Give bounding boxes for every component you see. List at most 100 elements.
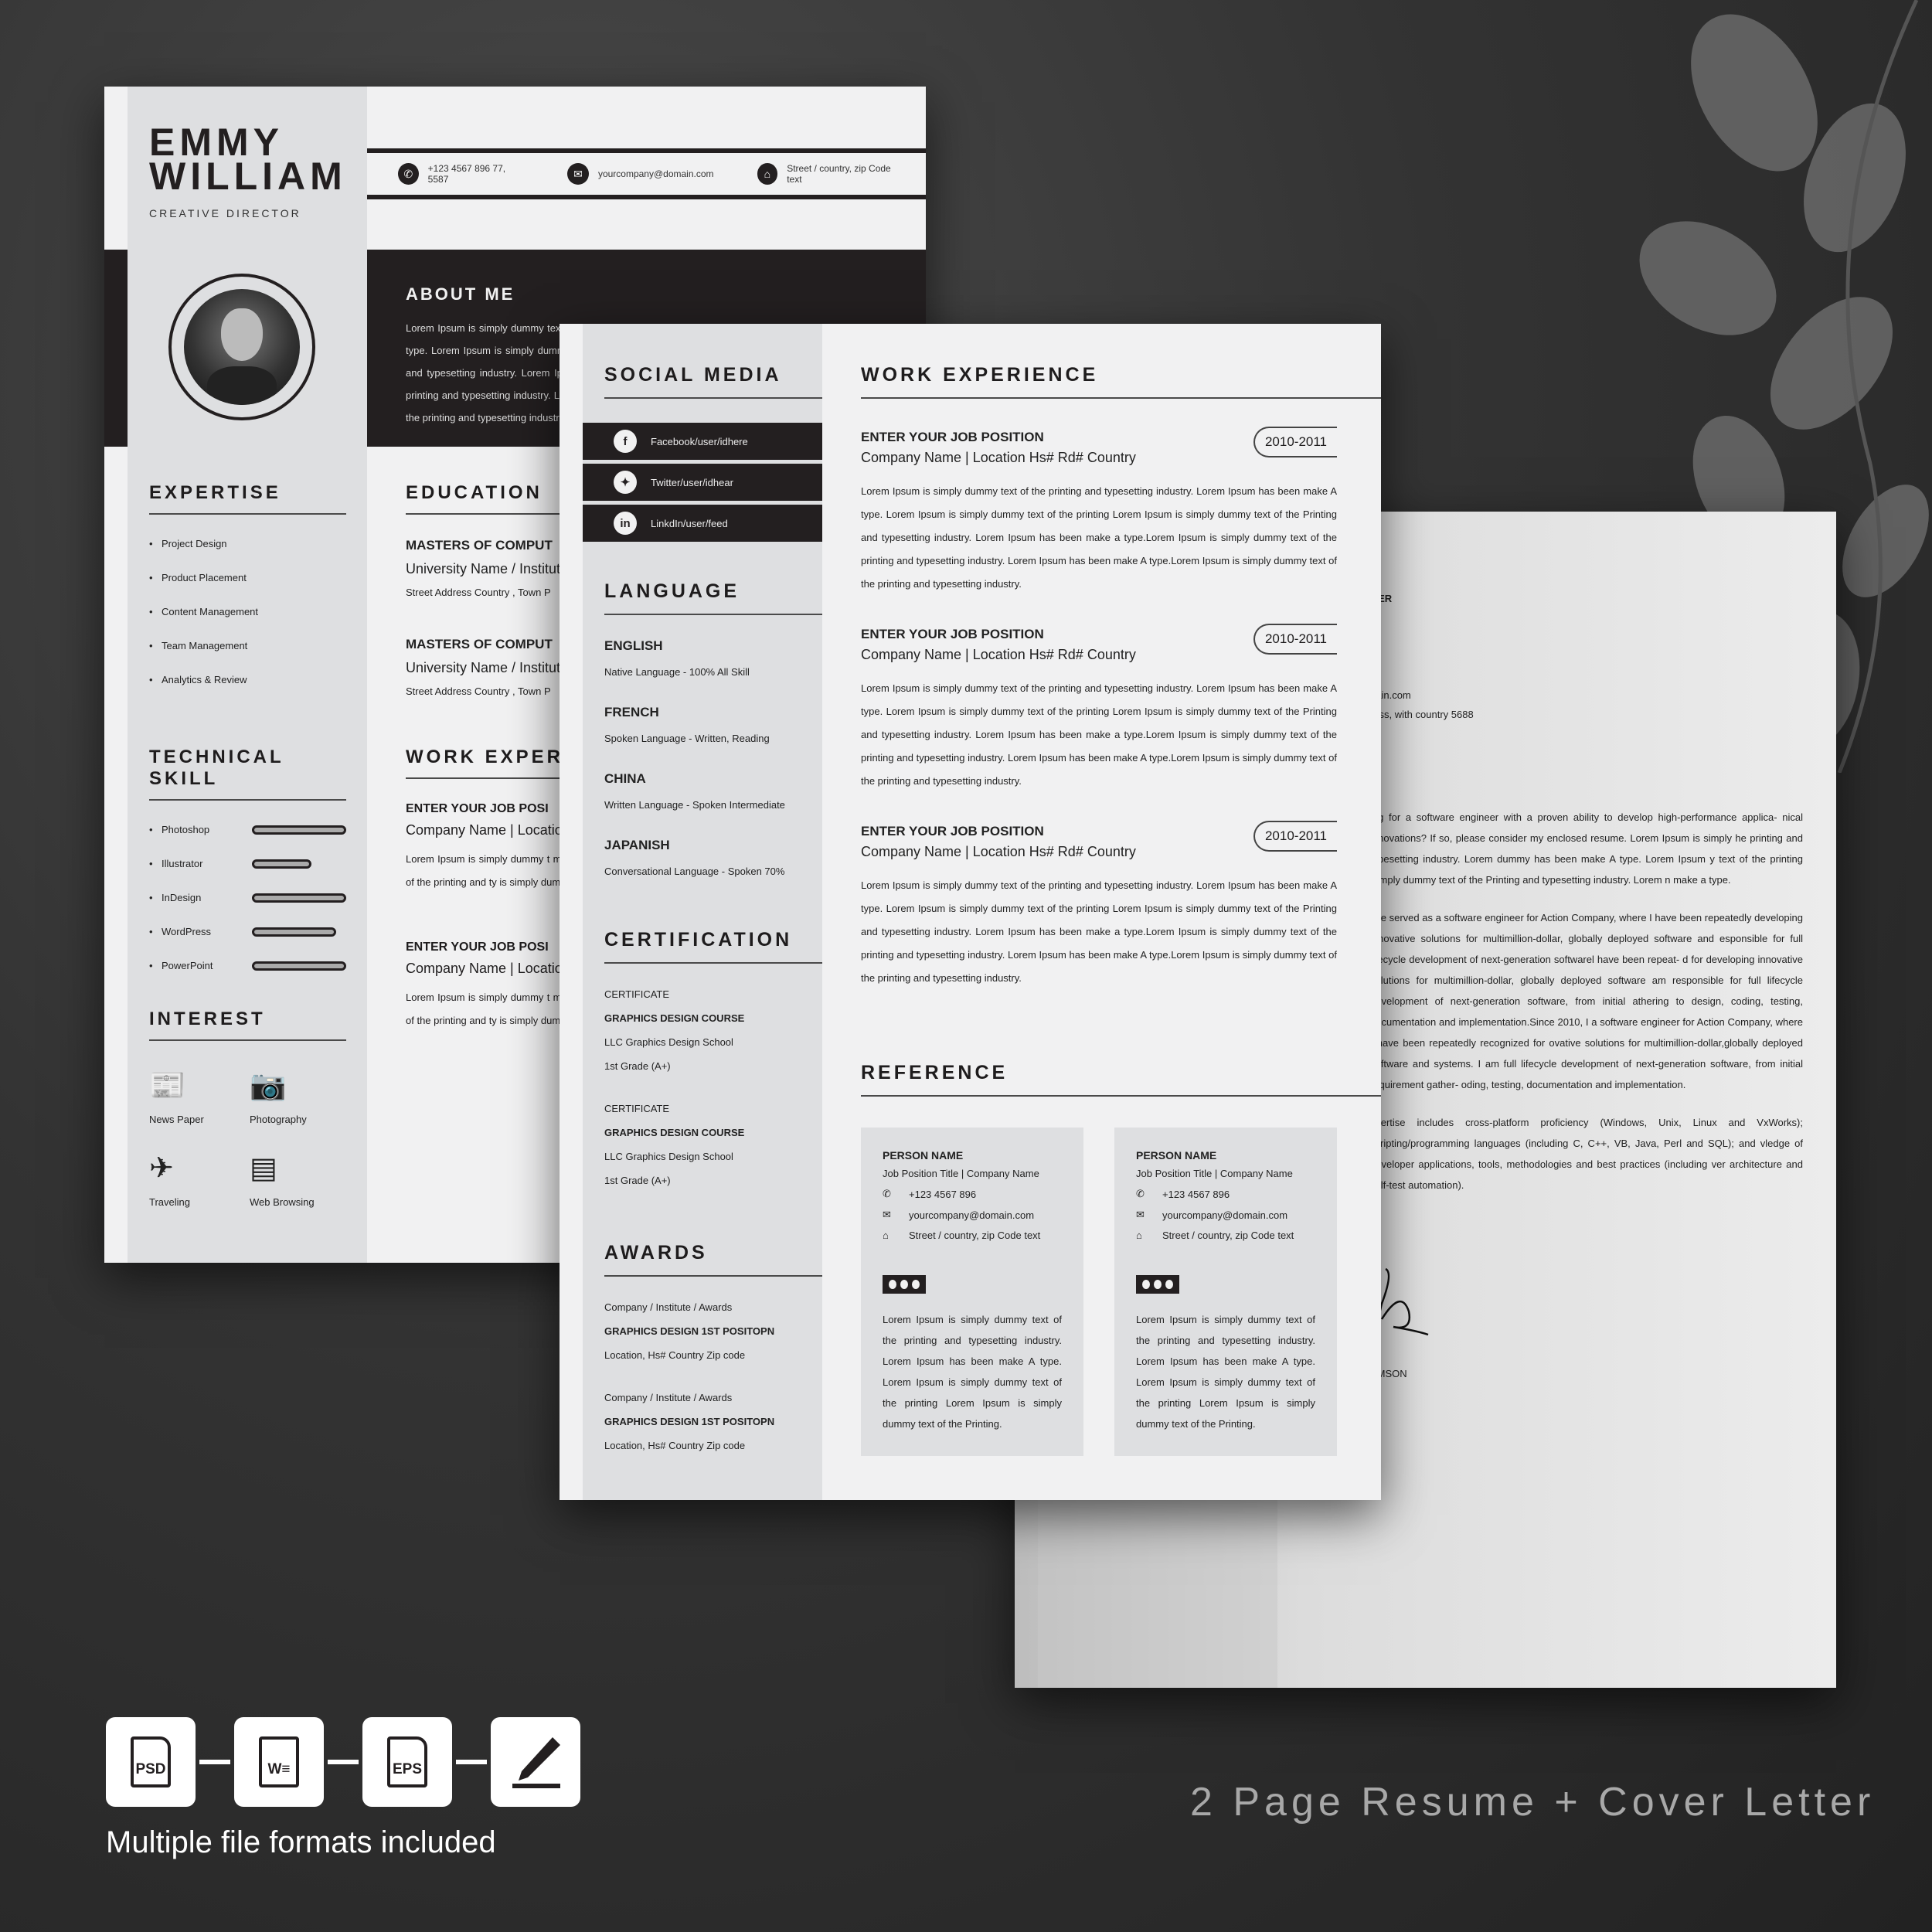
header-line: nain.com <box>1370 689 1411 701</box>
resume-name: EMMY WILLIAM <box>149 123 347 198</box>
quote-dots-icon <box>1136 1275 1179 1294</box>
word-letter: W <box>267 1761 282 1777</box>
email-text: yourcompany@domain.com <box>597 168 714 179</box>
reference-email: ✉ yourcompany@domain.com <box>1136 1209 1315 1221</box>
phone-icon: ✆ <box>1136 1188 1145 1199</box>
job-item: ENTER YOUR JOB POSITION Company Name | L… <box>861 624 1337 793</box>
format-eps: EPS <box>362 1717 452 1807</box>
mail-icon: ✉ <box>566 163 589 185</box>
language-desc: Spoken Language - Written, Reading <box>604 733 770 744</box>
job-description: Lorem Ipsum is simply dummy text of the … <box>861 485 1337 590</box>
interest-label: Traveling <box>149 1196 190 1208</box>
psd-file-icon: PSD <box>131 1736 171 1787</box>
contact-bar: ✆ +123 4567 896 77, 5587 ✉ yourcompany@d… <box>367 148 926 199</box>
contact-address: ⌂ Street / country, zip Code text <box>757 163 903 185</box>
technical-skill-section: TECHNICAL SKILL Photoshop Illustrator InDe… <box>149 747 346 994</box>
language-section: LANGUAGE ENGLISH Native Language - 100% … <box>604 580 822 904</box>
phone-text: +123 4567 896 <box>909 1188 977 1200</box>
skill-name: PowerPoint <box>149 960 252 971</box>
interest-label: Web Browsing <box>250 1196 315 1208</box>
product-tagline: 2 Page Resume + Cover Letter <box>1190 1780 1876 1825</box>
interest-item: ✈ Traveling <box>149 1151 250 1208</box>
cert-school: LLC Graphics Design School <box>604 1036 733 1048</box>
certification-item: CERTIFICATE GRAPHICS DESIGN COURSE LLC G… <box>604 1103 822 1186</box>
skill-row: InDesign <box>149 892 346 903</box>
skill-row: Photoshop <box>149 824 346 835</box>
phone-text: +123 4567 896 77, 5587 <box>427 163 506 185</box>
language-name: JAPANISH <box>604 838 670 852</box>
pen-sign-icon <box>512 1737 560 1788</box>
browser-icon: ▤ <box>250 1152 277 1185</box>
skill-bar-fill <box>252 859 311 869</box>
job-description: Lorem Ipsum is simply dummy text of the … <box>861 879 1337 984</box>
twitter-icon: ✦ <box>614 471 637 494</box>
divider <box>604 1275 822 1277</box>
award-location: Location, Hs# Country Zip code <box>604 1440 746 1451</box>
job-date-badge: 2010-2011 <box>1253 624 1337 655</box>
reference-position: Job Position Title | Company Name <box>1136 1168 1293 1179</box>
interest-item: 📰 News Paper <box>149 1069 250 1125</box>
job-item: ENTER YOUR JOB POSITION Company Name | L… <box>861 427 1337 596</box>
social-facebook[interactable]: f Facebook/user/idhere <box>583 423 822 460</box>
award-item: Company / Institute / Awards GRAPHICS DE… <box>604 1301 822 1361</box>
skill-bar <box>252 893 346 903</box>
divider <box>149 799 346 801</box>
formats-label: Multiple file formats included <box>106 1825 496 1859</box>
reference-text: Lorem Ipsum is simply dummy text of the … <box>1136 1314 1315 1430</box>
header-line: ress, with country 5688 <box>1370 709 1474 720</box>
language-desc: Written Language - Spoken Intermediate <box>604 799 785 811</box>
word-file-icon: W ≡ <box>259 1736 299 1787</box>
reference-list: PERSON NAME Job Position Title | Company… <box>861 1128 1381 1456</box>
format-sign <box>491 1717 580 1807</box>
mail-icon: ✉ <box>1136 1209 1145 1220</box>
reference-name: PERSON NAME <box>1136 1149 1217 1162</box>
header-line: 8 <box>1370 628 1803 647</box>
social-label: Facebook/user/idhere <box>651 435 748 447</box>
cert-course: GRAPHICS DESIGN COURSE <box>604 1127 745 1138</box>
format-psd: PSD <box>106 1717 196 1807</box>
interest-grid: 📰 News Paper 📷 Photography ✈ Traveling ▤… <box>149 1069 346 1208</box>
reference-card: PERSON NAME Job Position Title | Company… <box>1114 1128 1337 1456</box>
skill-bar <box>252 859 346 869</box>
award-item: Company / Institute / Awards GRAPHICS DE… <box>604 1392 822 1451</box>
reference-phone: ✆ +123 4567 896 <box>1136 1188 1315 1200</box>
facebook-icon: f <box>614 430 637 453</box>
award-name: GRAPHICS DESIGN 1ST POSITOPN <box>604 1325 775 1337</box>
newspaper-icon: 📰 <box>149 1070 186 1102</box>
divider <box>604 962 822 964</box>
skill-bar-fill <box>252 961 346 971</box>
format-separator <box>328 1760 359 1764</box>
social-twitter[interactable]: ✦ Twitter/user/idhear <box>583 464 822 501</box>
reference-phone: ✆ +123 4567 896 <box>883 1188 1062 1200</box>
header-line <box>1370 647 1803 666</box>
mail-icon: ✉ <box>883 1209 891 1220</box>
linkedin-icon: in <box>614 512 637 535</box>
format-word: W ≡ <box>234 1717 324 1807</box>
certification-item: CERTIFICATE GRAPHICS DESIGN COURSE LLC G… <box>604 988 822 1072</box>
interest-title: INTEREST <box>149 1009 266 1029</box>
expertise-title: EXPERTISE <box>149 482 281 503</box>
last-name: WILLIAM <box>149 155 347 198</box>
awards-section: AWARDS Company / Institute / Awards GRAP… <box>604 1242 822 1464</box>
social-media-list: f Facebook/user/idhere ✦ Twitter/user/id… <box>583 423 822 546</box>
reference-name: PERSON NAME <box>883 1149 964 1162</box>
contact-phone: ✆ +123 4567 896 77, 5587 <box>398 163 524 185</box>
file-formats: PSD W ≡ EPS <box>106 1717 580 1807</box>
home-icon: ⌂ <box>757 163 778 185</box>
skill-bar-fill <box>252 927 336 937</box>
certification-section: CERTIFICATION CERTIFICATE GRAPHICS DESIG… <box>604 929 822 1199</box>
cover-letter-content: GER E 8 3 nain.com ress, with country 56… <box>1370 589 1803 1379</box>
divider <box>149 513 346 515</box>
reference-address: ⌂ Street / country, zip Code text <box>1136 1230 1315 1241</box>
eps-file-icon: EPS <box>387 1736 427 1787</box>
expertise-item: Content Management <box>149 606 346 617</box>
certification-title: CERTIFICATION <box>604 929 793 951</box>
award-name: GRAPHICS DESIGN 1ST POSITOPN <box>604 1416 775 1427</box>
cert-label: CERTIFICATE <box>604 1103 670 1114</box>
profile-photo <box>168 274 315 420</box>
job-date-badge: 2010-2011 <box>1253 427 1337 457</box>
language-name: CHINA <box>604 771 646 786</box>
skill-name: Illustrator <box>149 858 252 869</box>
cert-course: GRAPHICS DESIGN COURSE <box>604 1012 745 1024</box>
social-linkedin[interactable]: in LinkdIn/user/feed <box>583 505 822 542</box>
